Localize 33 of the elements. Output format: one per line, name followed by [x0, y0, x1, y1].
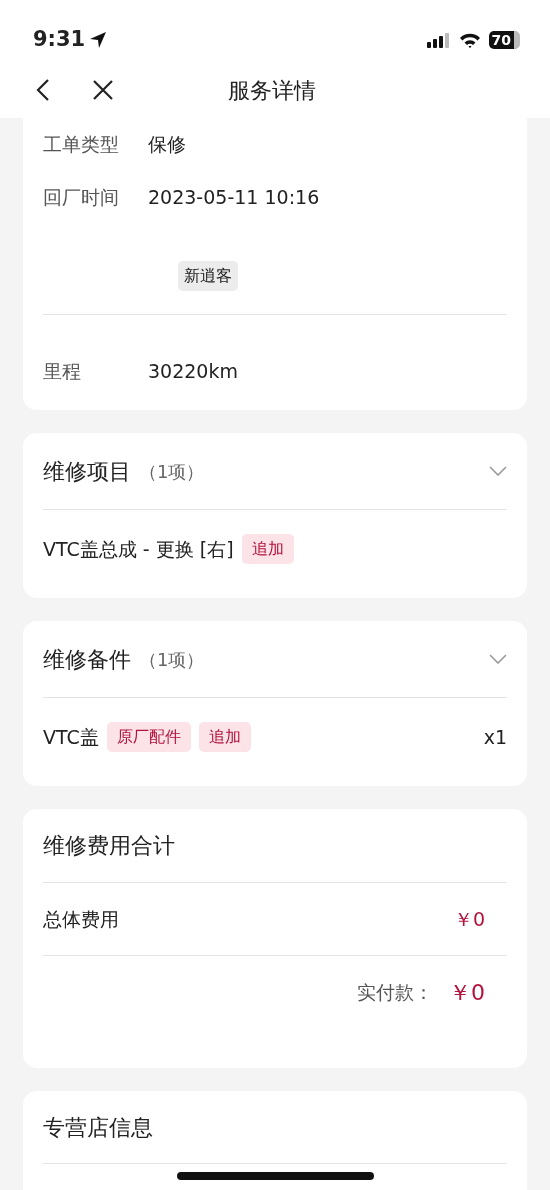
paid-value: ￥0 [449, 978, 485, 1007]
section-title: 维修费用合计 [43, 832, 175, 860]
item-tag: 追加 [241, 534, 294, 564]
field-value: 2023-05-11 10:16 [148, 185, 320, 211]
item-name: VTC盖 [43, 724, 99, 750]
item-count: （1项） [139, 647, 205, 672]
field-label: 里程 [43, 359, 82, 385]
item-count: （1项） [139, 459, 205, 484]
chevron-icon[interactable] [489, 654, 507, 664]
field-value: 30220km [148, 359, 238, 385]
item-name: VTC盖总成 - 更换 [右] [43, 536, 234, 562]
location-arrow-icon [89, 31, 108, 49]
chevron-icon[interactable] [489, 466, 507, 476]
customer-tag: 新逍客 [178, 261, 238, 291]
paid-label: 实付款： [357, 979, 433, 1005]
quantity: x1 [483, 724, 507, 750]
battery-icon: 70 [488, 31, 520, 49]
item-tag: 追加 [198, 722, 251, 752]
section-title: 专营店信息 [43, 1113, 153, 1142]
page-title: 服务详情 [228, 76, 316, 105]
close-icon[interactable] [92, 79, 114, 101]
cost-label: 总体费用 [43, 906, 119, 932]
status-time: 9:31 [33, 26, 86, 54]
section-title: 维修项目 [43, 457, 131, 486]
wifi-icon [458, 32, 481, 48]
field-label: 工单类型 [43, 132, 120, 158]
item-tag: 原厂配件 [106, 722, 191, 752]
back-icon[interactable] [36, 78, 50, 102]
signal-icon [426, 32, 451, 48]
field-value: 保修 [148, 132, 186, 158]
field-label: 回厂时间 [43, 185, 120, 211]
section-title: 维修备件 [43, 645, 131, 674]
cost-value: ￥0 [453, 906, 485, 932]
